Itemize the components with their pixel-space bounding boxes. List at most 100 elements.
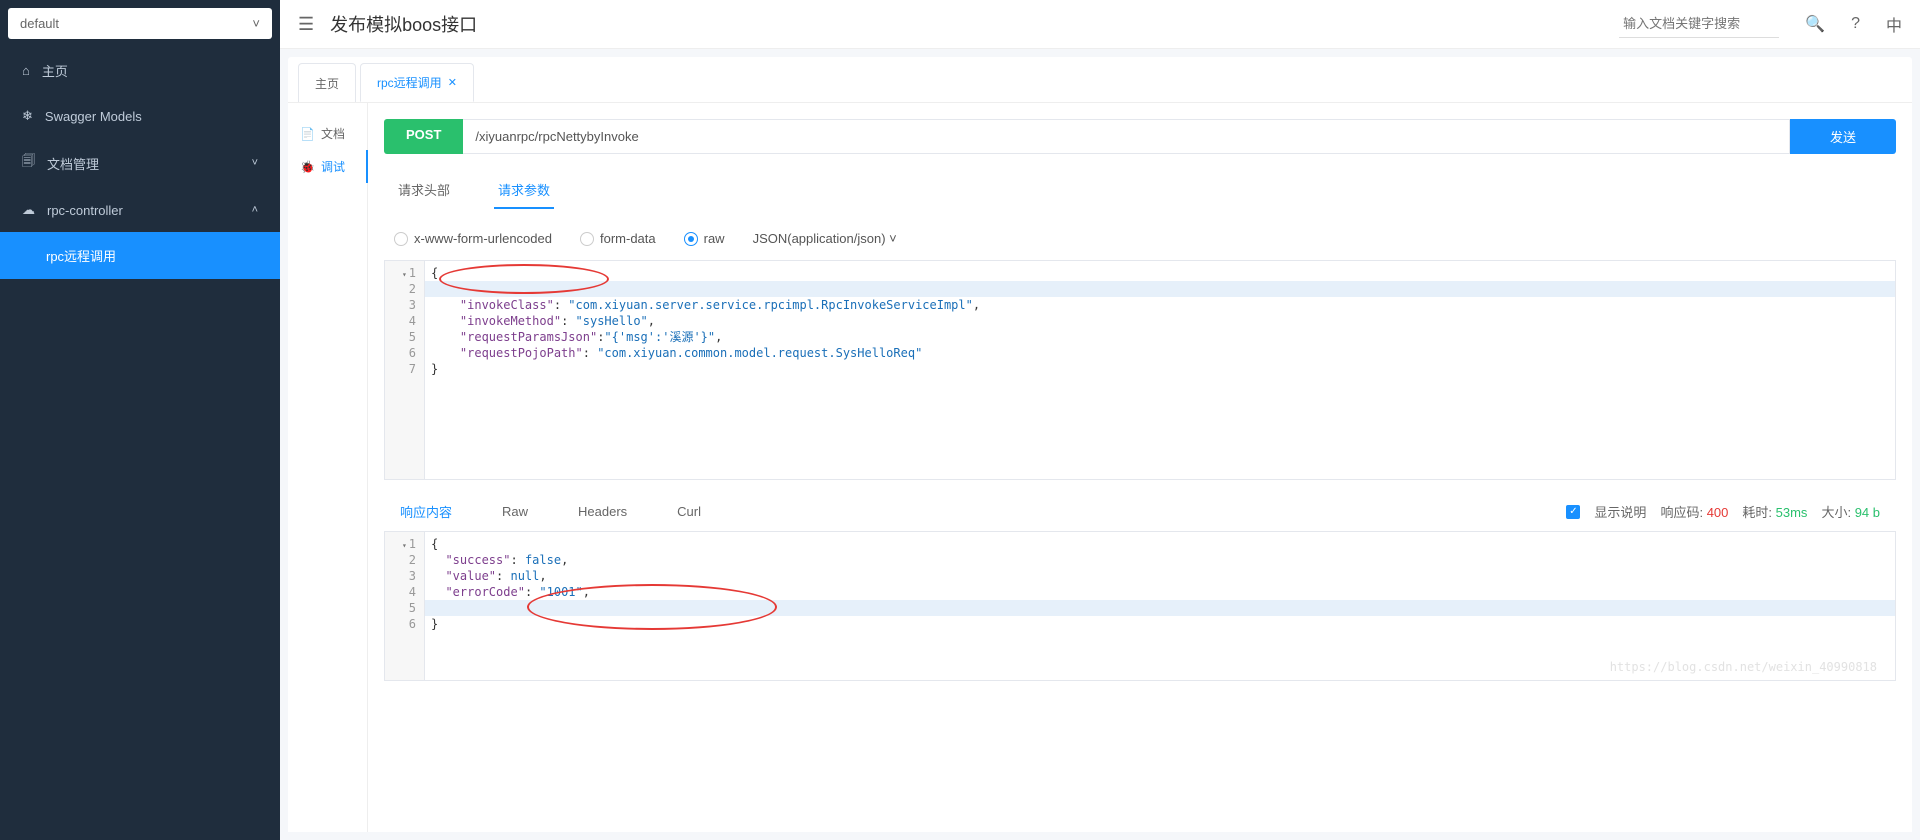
sidebar-label: rpc-controller [47,203,123,218]
code-text: { [431,537,438,551]
response-tabs: 响应内容 Raw Headers Curl ✓ 显示说明 响应码: 400 耗时… [384,492,1896,531]
sidebar-item-rpc-remote[interactable]: rpc远程调用 [0,232,280,279]
code-text: "value" [445,569,496,583]
content-type-select[interactable]: JSON(application/json) ˅ [753,231,897,246]
header: ☰ 发布模拟boos接口 🔍 ? 中 [280,0,1920,49]
subtab-headers[interactable]: 请求头部 [394,172,454,209]
line-gutter: ▾123456 [385,532,425,680]
code-text: "requestPojoPath" [460,346,583,360]
resp-tab-headers[interactable]: Headers [578,504,627,519]
sidebar-label: rpc远程调用 [46,249,116,264]
left-panel-doc[interactable]: 📄 文档 [298,117,357,150]
doc-icon: 🗐 [22,152,35,174]
radio-label: form-data [600,231,656,246]
meta-label: 耗时: [1742,505,1772,520]
meta-label: 响应码: [1660,505,1703,520]
chevron-down-icon: ˅ [252,157,258,169]
sidebar-label: 主页 [42,61,68,80]
status-code: 400 [1707,505,1729,520]
content: POST 发送 请求头部 请求参数 x-www-form-urlencoded [368,103,1912,832]
radio-label: raw [704,231,725,246]
code-text: } [431,362,438,376]
code-body: { "success": false, "value": null, "erro… [425,532,1895,680]
models-icon: ❄ [22,108,33,124]
tabs-bar: 主页 rpc远程调用 ✕ [288,57,1912,103]
subtab-params[interactable]: 请求参数 [494,172,554,209]
code-text: "errorCode" [445,585,524,599]
home-icon: ⌂ [22,63,30,78]
checkbox-icon[interactable]: ✓ [1566,505,1580,519]
code-text: "sysHello" [576,314,648,328]
code-text: "requestParamsJson" [460,330,597,344]
watermark: https://blog.csdn.net/weixin_40990818 [1610,660,1877,674]
response-section: 响应内容 Raw Headers Curl ✓ 显示说明 响应码: 400 耗时… [384,492,1896,681]
code-text: false [525,553,561,567]
tab-label: 主页 [315,75,339,92]
chevron-down-icon: ˅ [252,16,260,31]
body-type-row: x-www-form-urlencoded form-data raw JSON… [384,217,1896,260]
code-text: "invokeMethod" [460,314,561,328]
help-icon[interactable]: ? [1851,15,1860,33]
http-method-badge: POST [384,119,463,154]
doc-icon: 📄 [300,127,315,141]
left-panel-debug[interactable]: 🐞 调试 [298,150,368,183]
close-icon[interactable]: ✕ [448,76,457,89]
controller-icon: ☁ [22,202,35,218]
code-text: "success" [445,553,510,567]
code-text: "1001" [539,585,582,599]
request-subtabs: 请求头部 请求参数 [384,172,1896,217]
radio-form-urlencoded[interactable]: x-www-form-urlencoded [394,231,552,246]
code-text: "invokeClass" [460,298,554,312]
code-text: "{'msg':'溪源'}" [604,330,715,344]
sidebar-item-home[interactable]: ⌂ 主页 [0,47,280,94]
collapse-menu-icon[interactable]: ☰ [298,14,314,35]
radio-icon [580,232,594,246]
search-icon[interactable]: 🔍 [1805,14,1825,34]
workspace: 📄 文档 🐞 调试 POST 发送 请求头部 请求参数 [288,103,1912,832]
code-body[interactable]: { "action": "invoke1", "invokeClass": "c… [425,261,1895,479]
sidebar: default ˅ ⌂ 主页 ❄ Swagger Models 🗐 文档管理 ˅… [0,0,280,840]
sidebar-label: 文档管理 [47,154,99,173]
sidebar-item-docs[interactable]: 🗐 文档管理 ˅ [0,138,280,188]
show-desc-label: 显示说明 [1594,502,1646,521]
bug-icon: 🐞 [300,160,315,174]
resp-tab-raw[interactable]: Raw [502,504,528,519]
code-text: null [510,569,539,583]
main: ☰ 发布模拟boos接口 🔍 ? 中 主页 rpc远程调用 ✕ 📄 文档 [280,0,1920,840]
radio-raw[interactable]: raw [684,231,725,246]
lp-label: 调试 [321,158,345,175]
response-meta: ✓ 显示说明 响应码: 400 耗时: 53ms 大小: 94 b [1566,502,1880,521]
project-select[interactable]: default ˅ [8,8,272,39]
sidebar-item-swagger[interactable]: ❄ Swagger Models [0,94,280,138]
radio-icon [684,232,698,246]
chevron-up-icon: ˄ [252,204,258,216]
radio-icon [394,232,408,246]
response-size: 94 b [1855,505,1880,520]
code-text: { [431,266,438,280]
code-text: } [431,617,438,631]
resp-tab-curl[interactable]: Curl [677,504,701,519]
tab-rpc-remote[interactable]: rpc远程调用 ✕ [360,63,474,102]
url-row: POST 发送 [384,119,1896,154]
sidebar-label: Swagger Models [45,109,142,124]
response-body-viewer[interactable]: ▾123456 { "success": false, "value": nul… [384,531,1896,681]
project-name: default [20,16,59,31]
code-text: "com.xiyuan.server.service.rpcimpl.RpcIn… [568,298,973,312]
request-body-editor[interactable]: ▾1234567 { "action": "invoke1", "invokeC… [384,260,1896,480]
meta-label: 大小: [1821,505,1851,520]
tab-home[interactable]: 主页 [298,63,356,102]
code-text: "com.xiyuan.common.model.request.SysHell… [597,346,922,360]
sidebar-item-rpc-controller[interactable]: ☁ rpc-controller ˄ [0,188,280,232]
line-gutter: ▾1234567 [385,261,425,479]
left-panel: 📄 文档 🐞 调试 [288,103,368,832]
resp-tab-content[interactable]: 响应内容 [400,502,452,521]
tab-label: rpc远程调用 [377,74,442,91]
radio-form-data[interactable]: form-data [580,231,656,246]
search-input[interactable] [1619,10,1779,38]
lp-label: 文档 [321,125,345,142]
language-toggle[interactable]: 中 [1886,12,1902,36]
send-button[interactable]: 发送 [1790,119,1896,154]
radio-label: x-www-form-urlencoded [414,231,552,246]
page-title: 发布模拟boos接口 [330,11,1603,37]
url-input[interactable] [463,119,1790,154]
